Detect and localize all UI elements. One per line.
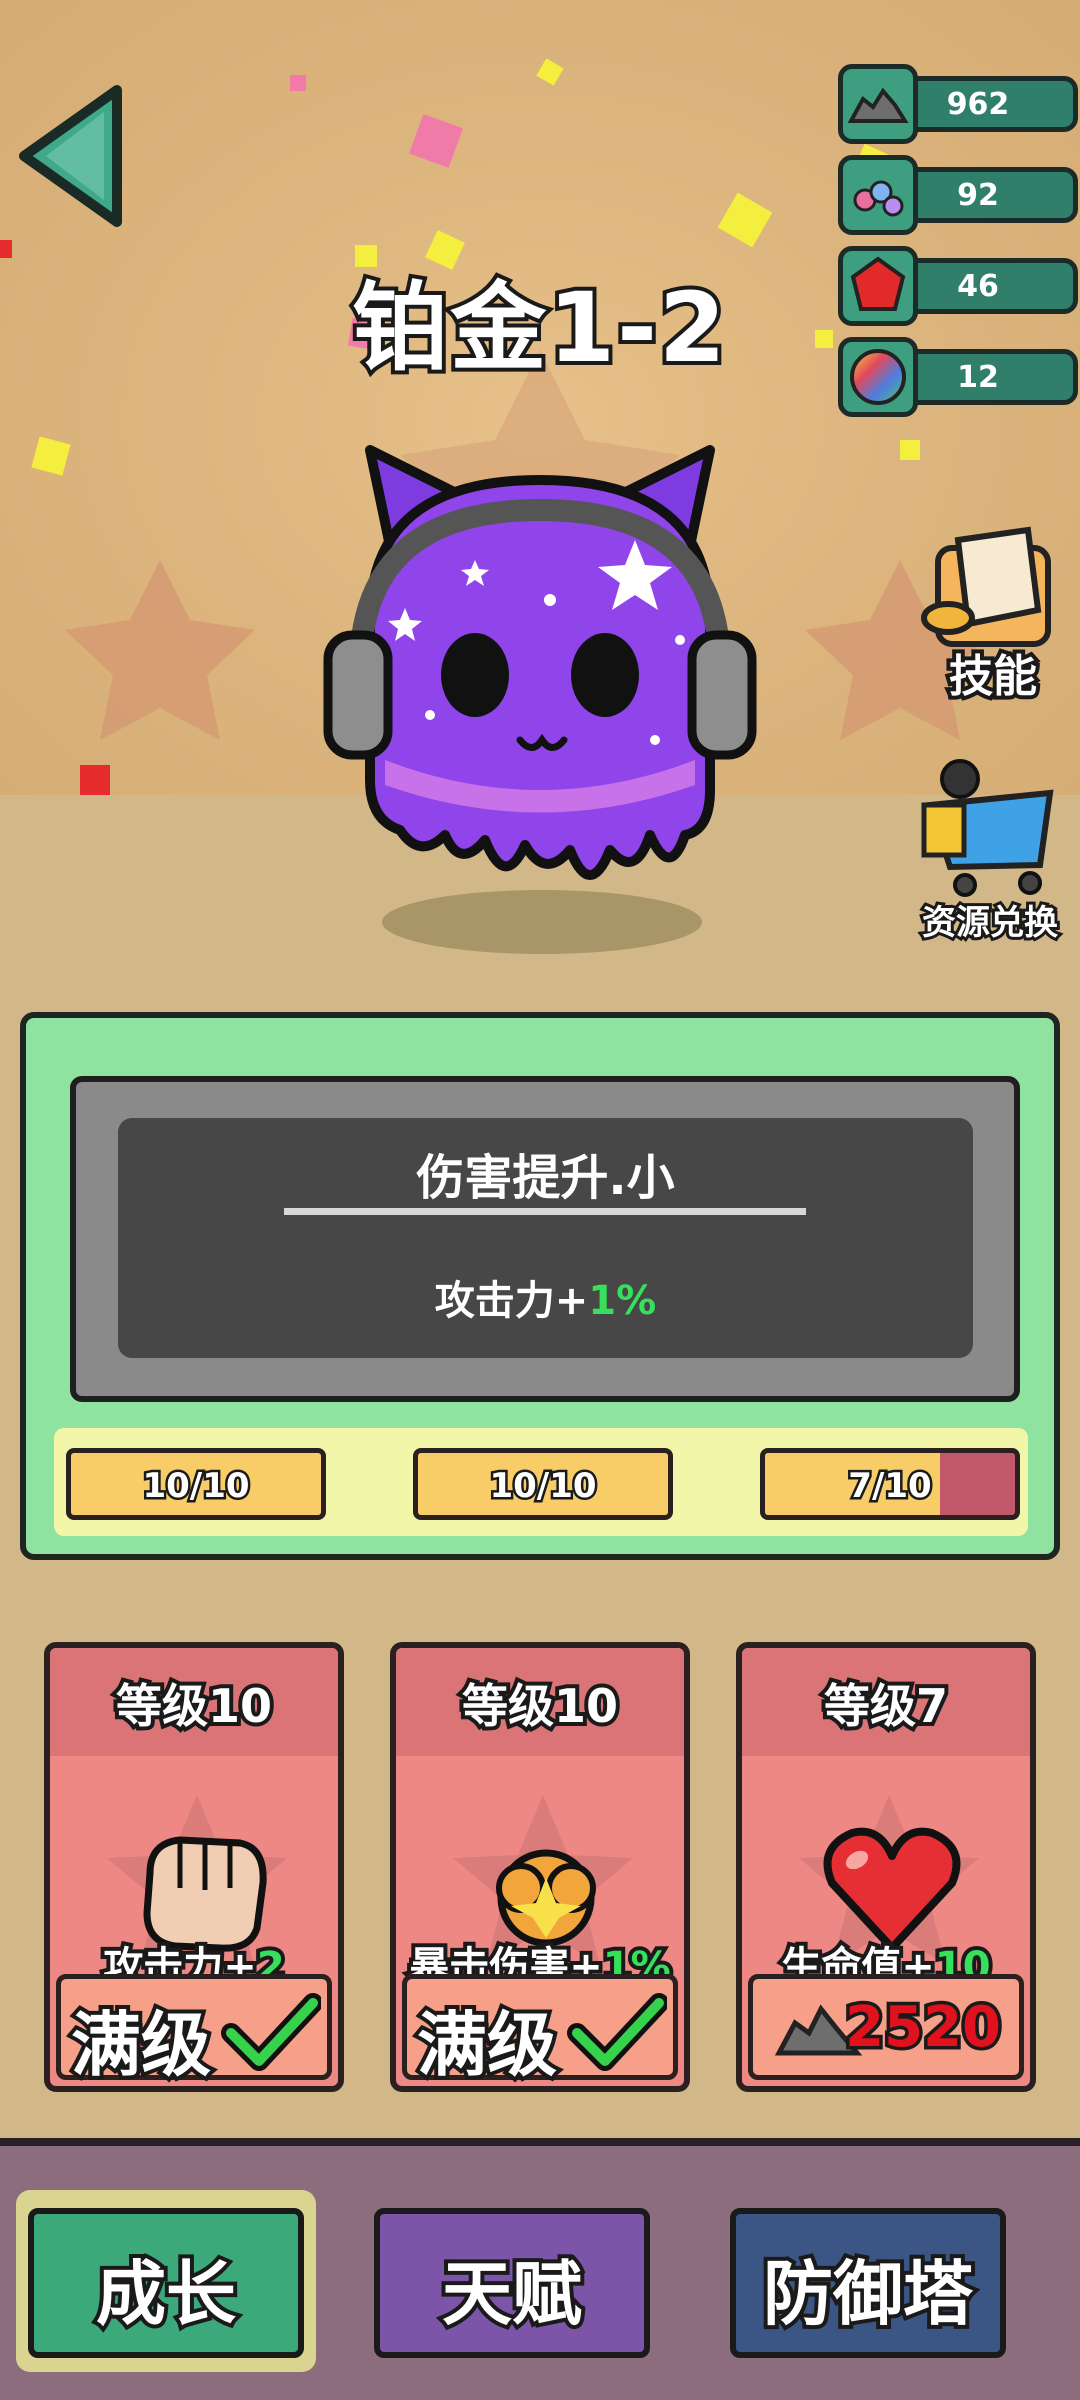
resource-gem: 46 [838,246,1078,326]
candy-icon [838,155,918,235]
card-footer: 满级 [56,1974,332,2086]
info-title: 伤害提升.小 [416,1150,675,1206]
tab-talent-label: 天赋 [438,2249,586,2339]
info-inner: 伤害提升.小 攻击力+1% [118,1118,973,1358]
ore-pile-icon [838,64,918,144]
progress-label-2: 10/10 [487,1464,599,1509]
rainbow-orb-icon [838,337,918,417]
red-gem-icon [838,246,918,326]
upgrade-cost-button[interactable]: 2520 [748,1974,1024,2080]
max-level-label: 满级 [413,2000,561,2086]
progress-bar-1: 10/10 [66,1448,326,1520]
slime-cat-character [323,445,757,954]
skills-label: 技能 [945,647,1041,706]
info-frame: 伤害提升.小 攻击力+1% [70,1076,1020,1402]
progress-label-3: 7/10 [846,1464,934,1509]
card-level: 等级10 [112,1675,276,1737]
back-button[interactable] [12,82,130,230]
upgrade-cost: 2520 [842,1992,1005,2064]
card-footer: 满级 [402,1974,678,2086]
scroll-icon [921,526,1051,647]
bottom-nav: 成长 天赋 防御塔 [0,2138,1080,2400]
checkmark-icon [567,1993,667,2071]
upgrade-card-attack[interactable]: 等级10 攻击力+2 满级 [44,1642,344,2102]
info-description: 攻击力+1% [434,1278,657,1324]
card-level: 等级7 [820,1675,952,1737]
progress-bar-3: 7/10 [760,1448,1020,1520]
info-divider [284,1208,806,1215]
card-level: 等级10 [458,1675,622,1737]
tab-growth-label: 成长 [92,2249,240,2339]
progress-bar-2: 10/10 [413,1448,673,1520]
resource-orb: 12 [838,337,1078,417]
tab-tower-label: 防御塔 [759,2249,977,2339]
progress-label-1: 10/10 [140,1464,252,1509]
tab-growth[interactable]: 成长 [28,2208,304,2358]
tab-talent[interactable]: 天赋 [374,2208,650,2358]
shopping-cart-icon [921,759,1054,897]
resource-candy: 92 [838,155,1078,235]
resource-exchange-button[interactable]: 资源兑换 [905,755,1075,946]
exchange-label: 资源兑换 [919,900,1061,946]
upgrade-card-health[interactable]: 等级7 生命值+10 2520 [736,1642,1036,2102]
checkmark-icon [221,1993,321,2071]
progress-strip: 10/10 10/10 7/10 [54,1428,1028,1536]
tab-tower[interactable]: 防御塔 [730,2208,1006,2358]
resource-ore: 962 [838,64,1078,144]
skills-button[interactable]: 技能 [908,520,1078,710]
max-level-label: 满级 [67,2000,215,2086]
upgrade-info-panel: 伤害提升.小 攻击力+1% 10/10 10/10 7/10 [20,1012,1060,1560]
upgrade-card-crit[interactable]: 等级10 暴击伤害+1% 满级 [390,1642,690,2102]
back-arrow-icon [19,85,122,227]
